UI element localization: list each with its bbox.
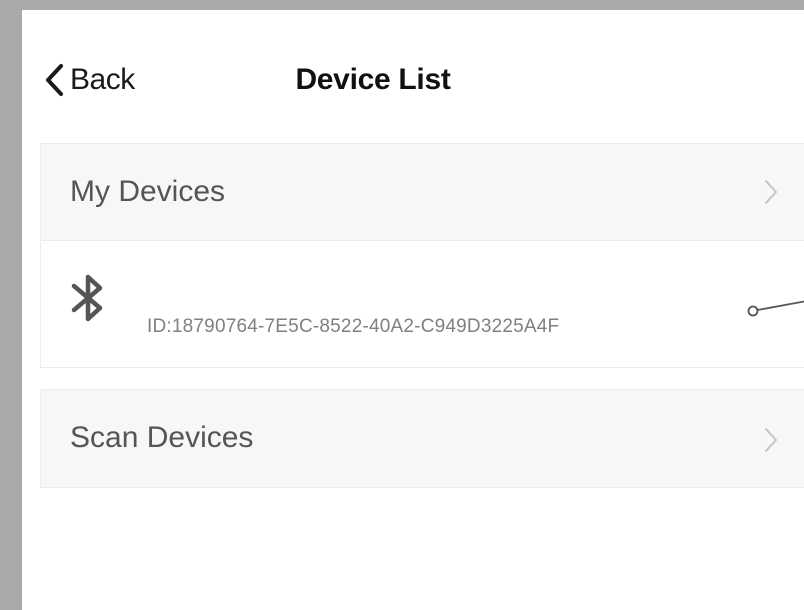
app-screen: Back Device List My Devices ID:18790764-…: [22, 10, 804, 610]
scan-devices-row[interactable]: Scan Devices: [40, 389, 804, 488]
device-id: ID:18790764-7E5C-8522-40A2-C949D3225A4F: [147, 316, 560, 337]
connector-line-icon: [741, 278, 804, 323]
my-devices-row[interactable]: My Devices: [40, 143, 804, 241]
navigation-bar: Back Device List: [22, 10, 804, 130]
page-title: Device List: [295, 63, 451, 96]
my-devices-label: My Devices: [70, 175, 226, 208]
chevron-right-icon: [764, 427, 778, 458]
scan-devices-label: Scan Devices: [70, 421, 254, 454]
chevron-right-icon: [764, 179, 778, 210]
bluetooth-icon: [71, 272, 105, 329]
device-list-item[interactable]: ID:18790764-7E5C-8522-40A2-C949D3225A4F: [40, 242, 804, 368]
